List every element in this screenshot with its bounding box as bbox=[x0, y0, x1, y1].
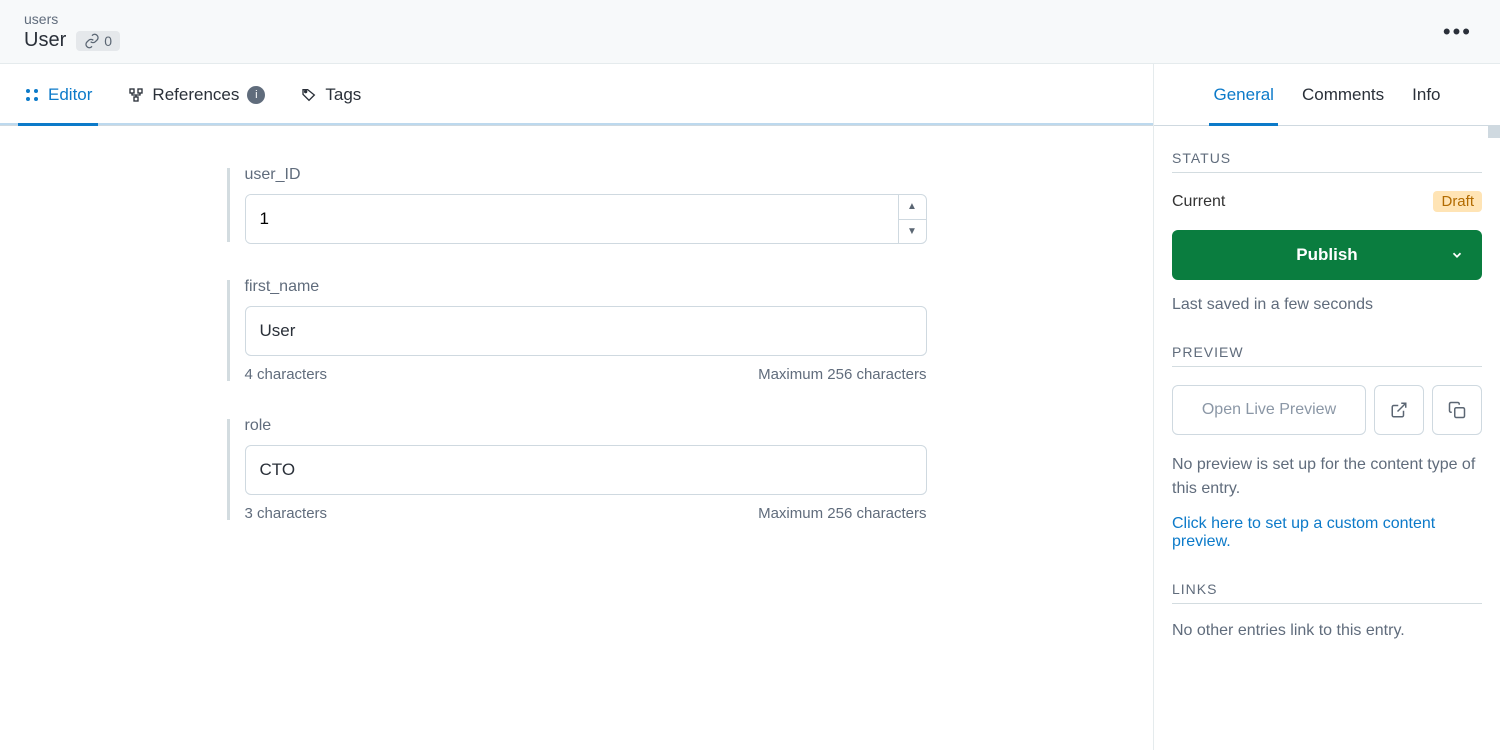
user-id-step-down[interactable]: ▼ bbox=[899, 220, 926, 244]
side-tab-comments[interactable]: Comments bbox=[1302, 64, 1384, 125]
side-tabs: General Comments Info bbox=[1154, 64, 1500, 126]
references-info-badge: i bbox=[247, 86, 265, 104]
status-badge: Draft bbox=[1433, 191, 1482, 212]
role-char-count: 3 characters bbox=[245, 505, 328, 522]
links-message: No other entries link to this entry. bbox=[1172, 622, 1482, 640]
role-helper: 3 characters Maximum 256 characters bbox=[245, 505, 927, 522]
field-user-id-label: user_ID bbox=[245, 166, 927, 184]
link-icon bbox=[84, 33, 100, 49]
side-body: STATUS Current Draft Publish Last saved … bbox=[1154, 126, 1500, 750]
preview-heading: PREVIEW bbox=[1172, 344, 1482, 367]
field-role-label: role bbox=[245, 417, 927, 435]
page-title: User bbox=[24, 29, 66, 52]
role-char-max: Maximum 256 characters bbox=[758, 505, 926, 522]
editor-icon bbox=[24, 87, 40, 103]
breadcrumb[interactable]: users bbox=[24, 11, 120, 27]
role-input[interactable] bbox=[245, 445, 927, 495]
open-live-preview-button[interactable]: Open Live Preview bbox=[1172, 385, 1366, 435]
tab-references[interactable]: References i bbox=[128, 64, 265, 125]
editor-pane: Editor References i Tags user_ID bbox=[0, 64, 1154, 750]
references-icon bbox=[128, 87, 144, 103]
tab-tags-label: Tags bbox=[325, 85, 361, 105]
tab-editor-label: Editor bbox=[48, 85, 92, 105]
field-first-name-label: first_name bbox=[245, 278, 927, 296]
tab-tags[interactable]: Tags bbox=[301, 64, 361, 125]
form-area: user_ID ▲ ▼ first_name 4 characters bbox=[0, 126, 1153, 750]
open-external-button[interactable] bbox=[1374, 385, 1424, 435]
last-saved-text: Last saved in a few seconds bbox=[1172, 296, 1482, 314]
status-row: Current Draft bbox=[1172, 191, 1482, 212]
scrollbar-up-arrow[interactable] bbox=[1488, 126, 1500, 138]
copy-button[interactable] bbox=[1432, 385, 1482, 435]
field-first-name: first_name 4 characters Maximum 256 char… bbox=[227, 278, 927, 383]
more-menu-button[interactable]: ••• bbox=[1437, 15, 1478, 49]
user-id-number-input-wrap: ▲ ▼ bbox=[245, 194, 927, 244]
user-id-spinner: ▲ ▼ bbox=[898, 195, 926, 243]
links-heading: LINKS bbox=[1172, 581, 1482, 604]
status-current-label: Current bbox=[1172, 193, 1225, 211]
editor-tabs: Editor References i Tags bbox=[0, 64, 1153, 126]
form-inner: user_ID ▲ ▼ first_name 4 characters bbox=[227, 166, 927, 522]
side-pane: General Comments Info STATUS Current Dra… bbox=[1154, 64, 1500, 750]
header-bar: users User 0 ••• bbox=[0, 0, 1500, 64]
user-id-step-up[interactable]: ▲ bbox=[899, 195, 926, 220]
preview-message: No preview is set up for the content typ… bbox=[1172, 453, 1482, 501]
publish-button-label: Publish bbox=[1296, 245, 1357, 265]
first-name-char-count: 4 characters bbox=[245, 366, 328, 383]
header-left: users User 0 bbox=[24, 11, 120, 52]
first-name-input[interactable] bbox=[245, 306, 927, 356]
copy-icon bbox=[1448, 401, 1466, 419]
setup-preview-link[interactable]: Click here to set up a custom content pr… bbox=[1172, 515, 1482, 551]
tab-references-label: References bbox=[152, 85, 239, 105]
tag-icon bbox=[301, 87, 317, 103]
tab-editor[interactable]: Editor bbox=[24, 64, 92, 125]
main-layout: Editor References i Tags user_ID bbox=[0, 64, 1500, 750]
link-count-badge[interactable]: 0 bbox=[76, 31, 120, 51]
publish-button[interactable]: Publish bbox=[1172, 230, 1482, 280]
field-user-id: user_ID ▲ ▼ bbox=[227, 166, 927, 244]
chevron-down-icon bbox=[1450, 248, 1464, 262]
side-tab-info[interactable]: Info bbox=[1412, 64, 1440, 125]
first-name-helper: 4 characters Maximum 256 characters bbox=[245, 366, 927, 383]
external-link-icon bbox=[1390, 401, 1408, 419]
first-name-char-max: Maximum 256 characters bbox=[758, 366, 926, 383]
user-id-input[interactable] bbox=[246, 195, 898, 243]
link-count-value: 0 bbox=[104, 33, 112, 49]
title-row: User 0 bbox=[24, 29, 120, 52]
field-role: role 3 characters Maximum 256 characters bbox=[227, 417, 927, 522]
preview-actions: Open Live Preview bbox=[1172, 385, 1482, 435]
status-heading: STATUS bbox=[1172, 150, 1482, 173]
side-tab-general[interactable]: General bbox=[1213, 64, 1273, 125]
